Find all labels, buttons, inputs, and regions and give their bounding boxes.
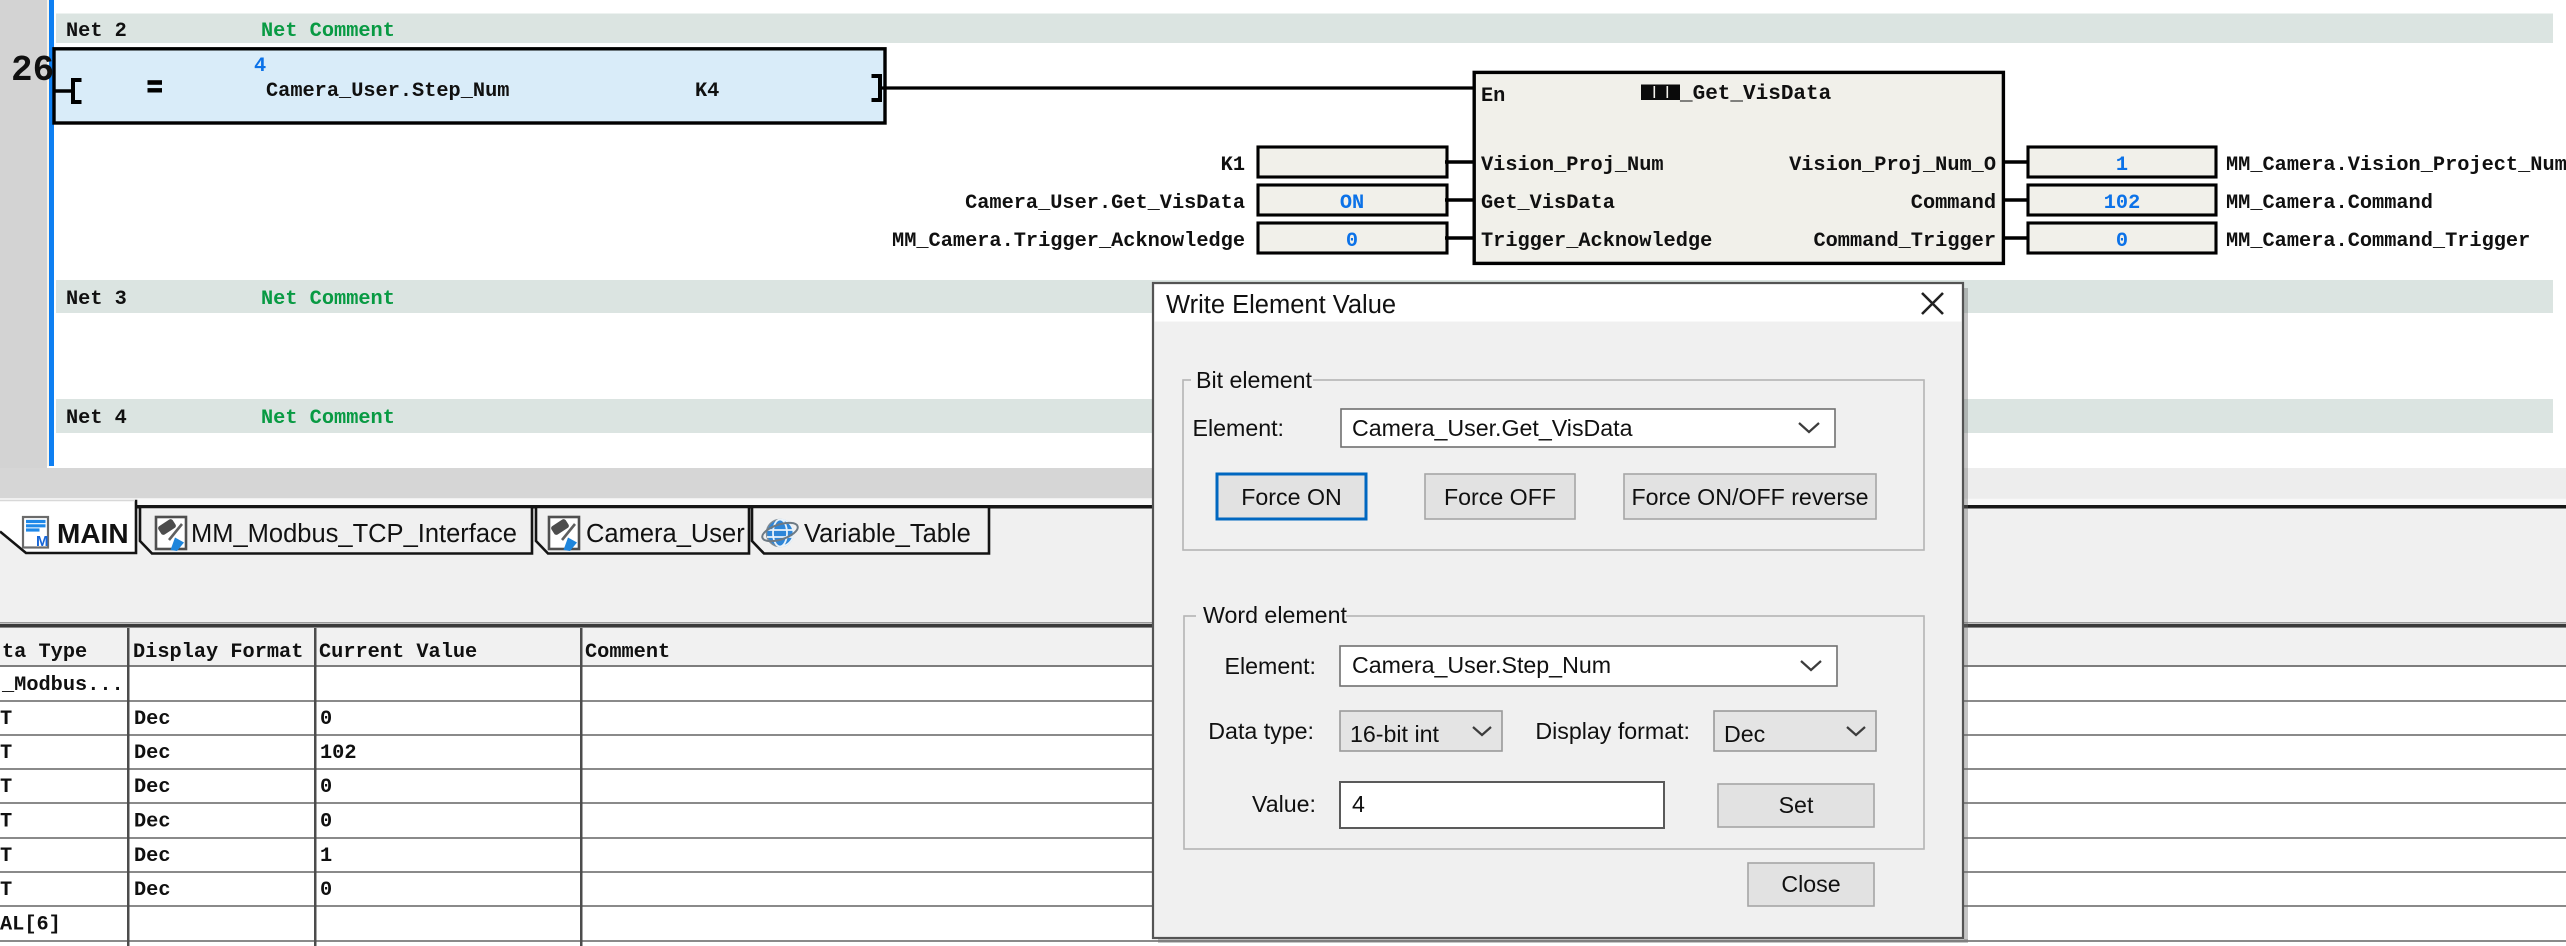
svg-text:En: En xyxy=(1481,85,1505,108)
svg-text:0: 0 xyxy=(2116,230,2128,253)
svg-text:Command_Trigger: Command_Trigger xyxy=(1813,230,1996,253)
svg-text:0: 0 xyxy=(320,811,332,834)
svg-text:Camera_User.Step_Num: Camera_User.Step_Num xyxy=(1352,652,1611,678)
svg-text:MM_Camera.Trigger_Acknowledge: MM_Camera.Trigger_Acknowledge xyxy=(892,230,1245,253)
svg-text:0: 0 xyxy=(320,708,332,731)
svg-text:ON: ON xyxy=(1340,192,1364,215)
svg-text:4: 4 xyxy=(1352,791,1365,817)
svg-text:AL[6]: AL[6] xyxy=(0,914,61,937)
svg-text:Net Comment: Net Comment xyxy=(261,288,395,311)
svg-text:Net Comment: Net Comment xyxy=(261,407,395,430)
svg-text:4: 4 xyxy=(254,55,266,78)
svg-text:Variable_Table: Variable_Table xyxy=(804,520,971,548)
svg-text:Net 3: Net 3 xyxy=(66,288,127,311)
svg-text:Camera_User.Get_VisData: Camera_User.Get_VisData xyxy=(965,192,1245,215)
svg-text:T: T xyxy=(0,845,12,868)
svg-text:Net 4: Net 4 xyxy=(66,407,127,430)
svg-text:MM_Modbus_TCP_Interface: MM_Modbus_TCP_Interface xyxy=(191,520,517,548)
svg-text:26: 26 xyxy=(11,50,54,91)
svg-text:Close: Close xyxy=(1781,871,1840,897)
svg-text:1: 1 xyxy=(2116,154,2128,177)
svg-text:MM_Camera.Command: MM_Camera.Command xyxy=(2226,192,2433,215)
svg-text:Set: Set xyxy=(1779,792,1814,818)
svg-text:ta Type: ta Type xyxy=(2,641,87,664)
svg-text:Current Value: Current Value xyxy=(319,641,477,664)
svg-text:MM_Camera.Command_Trigger: MM_Camera.Command_Trigger xyxy=(2226,230,2530,253)
svg-text:Dec: Dec xyxy=(134,845,171,868)
svg-text:Word element: Word element xyxy=(1203,602,1347,628)
svg-text:102: 102 xyxy=(320,742,357,765)
svg-text:Camera_User.Get_VisData: Camera_User.Get_VisData xyxy=(1352,415,1633,441)
svg-text:_Modbus...: _Modbus... xyxy=(1,674,124,697)
svg-text:Force ON: Force ON xyxy=(1241,484,1342,510)
svg-text:16-bit int: 16-bit int xyxy=(1350,721,1439,747)
svg-text:_Get_VisData: _Get_VisData xyxy=(1679,83,1832,106)
svg-text:Camera_User: Camera_User xyxy=(586,520,745,548)
svg-text:Element:: Element: xyxy=(1192,415,1284,441)
svg-text:Data type:: Data type: xyxy=(1208,718,1314,744)
svg-text:Vision_Proj_Num_O: Vision_Proj_Num_O xyxy=(1789,154,1996,177)
svg-text:Command: Command xyxy=(1911,192,1996,215)
svg-text:Dec: Dec xyxy=(134,742,171,765)
svg-text:Get_VisData: Get_VisData xyxy=(1481,192,1615,215)
svg-text:102: 102 xyxy=(2104,192,2141,215)
svg-text:T: T xyxy=(0,776,12,799)
svg-text:1: 1 xyxy=(320,845,332,868)
svg-text:Value:: Value: xyxy=(1252,791,1316,817)
svg-text:Net Comment: Net Comment xyxy=(261,20,395,43)
svg-text:Dec: Dec xyxy=(134,708,171,731)
svg-text:K4: K4 xyxy=(695,80,719,103)
svg-text:Display Format: Display Format xyxy=(133,641,303,664)
svg-text:Display format:: Display format: xyxy=(1535,718,1690,744)
svg-text:0: 0 xyxy=(320,879,332,902)
svg-text:0: 0 xyxy=(320,776,332,799)
svg-text:Force ON/OFF reverse: Force ON/OFF reverse xyxy=(1631,484,1868,510)
svg-text:Element:: Element: xyxy=(1224,653,1316,679)
svg-text:Dec: Dec xyxy=(134,879,171,902)
svg-text:Force OFF: Force OFF xyxy=(1444,484,1556,510)
svg-text:Trigger_Acknowledge: Trigger_Acknowledge xyxy=(1481,230,1712,253)
svg-text:Bit element: Bit element xyxy=(1196,367,1313,393)
svg-text:Vision_Proj_Num: Vision_Proj_Num xyxy=(1481,154,1664,177)
svg-text:K1: K1 xyxy=(1221,154,1245,177)
svg-text:0: 0 xyxy=(1346,230,1358,253)
svg-text:T: T xyxy=(0,879,12,902)
svg-text:Net 2: Net 2 xyxy=(66,20,127,43)
svg-text:Dec: Dec xyxy=(1724,721,1765,747)
svg-text:Dec: Dec xyxy=(134,811,171,834)
svg-text:M: M xyxy=(36,533,49,550)
svg-text:Comment: Comment xyxy=(585,641,670,664)
svg-text:Dec: Dec xyxy=(134,776,171,799)
svg-text:MM_Camera.Vision_Project_Num: MM_Camera.Vision_Project_Num xyxy=(2226,154,2566,177)
svg-text:T: T xyxy=(0,708,12,731)
svg-text:T: T xyxy=(0,742,12,765)
svg-text:Write Element Value: Write Element Value xyxy=(1166,291,1396,319)
svg-text:T: T xyxy=(0,811,12,834)
svg-text:MAIN: MAIN xyxy=(57,518,129,549)
svg-text:Camera_User.Step_Num: Camera_User.Step_Num xyxy=(266,80,509,103)
